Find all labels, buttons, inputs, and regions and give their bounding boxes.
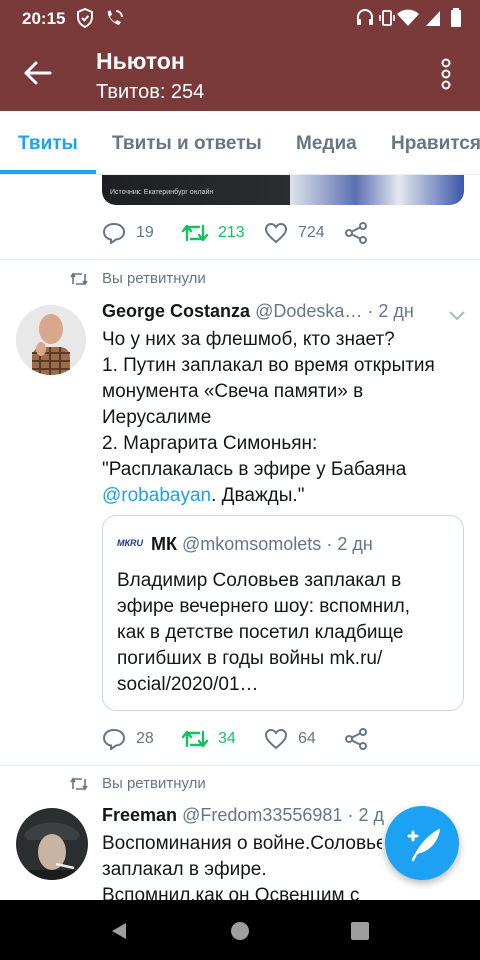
compose-tweet-button[interactable] bbox=[385, 806, 459, 880]
back-arrow-icon[interactable] bbox=[22, 60, 52, 86]
retweet-icon bbox=[182, 224, 208, 242]
wifi-calling-icon bbox=[104, 8, 124, 33]
headset-icon bbox=[356, 8, 374, 33]
battery-icon bbox=[450, 8, 462, 33]
tweet-count: Твитов: 254 bbox=[96, 81, 205, 103]
tweet-text[interactable]: Чо у них за флешмоб, кто знает? 1. Путин… bbox=[102, 327, 452, 509]
retweet-icon bbox=[182, 730, 208, 748]
quoted-author-name: МК bbox=[151, 534, 177, 554]
tab-likes[interactable]: Нравится bbox=[391, 133, 480, 155]
signal-icon bbox=[424, 8, 442, 33]
share-button[interactable] bbox=[344, 726, 378, 752]
reply-icon bbox=[102, 728, 126, 750]
retweet-button[interactable]: 213 bbox=[182, 220, 245, 246]
app-bar: Ньютон Твитов: 254 bbox=[0, 36, 480, 111]
compose-feather-icon bbox=[407, 829, 440, 862]
reply-count: 19 bbox=[136, 224, 154, 241]
chevron-down-icon[interactable] bbox=[448, 309, 466, 321]
like-count: 64 bbox=[298, 730, 316, 747]
retweeted-label: Вы ретвитнули bbox=[70, 775, 206, 792]
avatar[interactable] bbox=[16, 808, 88, 880]
quoted-author-handle: @mkomsomolets bbox=[182, 534, 322, 554]
reply-icon bbox=[102, 222, 126, 244]
quoted-tweet-text: Владимир Соловьев заплакал в эфире вечер… bbox=[117, 570, 411, 695]
timeline[interactable]: Источник: Екатеринбург онлайн 19 213 724… bbox=[0, 175, 480, 900]
system-nav-bar bbox=[0, 900, 480, 960]
author-name[interactable]: George Costanza bbox=[102, 301, 250, 321]
share-button[interactable] bbox=[344, 220, 378, 246]
nav-back-icon[interactable] bbox=[110, 921, 128, 946]
reply-button[interactable]: 19 bbox=[102, 220, 154, 246]
avatar[interactable] bbox=[16, 305, 86, 375]
tweet-text[interactable]: Воспоминания о войне.Соловьев заплакал в… bbox=[102, 831, 382, 900]
shield-icon bbox=[76, 7, 94, 33]
retweet-small-icon bbox=[70, 777, 88, 790]
like-button[interactable]: 724 bbox=[264, 220, 325, 246]
heart-icon bbox=[264, 728, 288, 750]
retweet-count: 213 bbox=[218, 224, 245, 241]
tweet-divider bbox=[0, 765, 480, 766]
quoted-tweet-header: МКRU МК @mkomsomolets · 2 дн bbox=[117, 534, 373, 555]
retweeted-label: Вы ретвитнули bbox=[70, 270, 206, 287]
tab-media[interactable]: Медиа bbox=[296, 133, 357, 155]
author-handle[interactable]: @Dodeska… bbox=[255, 301, 362, 321]
tab-tweets-and-replies[interactable]: Твиты и ответы bbox=[112, 133, 262, 155]
tweet-header: George Costanza @Dodeska… · 2 дн bbox=[102, 301, 442, 322]
quoted-tweet-time: · 2 дн bbox=[326, 534, 373, 554]
profile-tabs: Твиты Твиты и ответы Медиа Нравится bbox=[0, 111, 480, 175]
wifi-icon bbox=[396, 8, 420, 33]
tab-tweets[interactable]: Твиты bbox=[18, 133, 78, 155]
reply-button[interactable]: 28 bbox=[102, 726, 154, 752]
mk-logo: МКRU bbox=[117, 538, 144, 549]
like-count: 724 bbox=[298, 224, 325, 241]
share-icon bbox=[345, 728, 367, 750]
nav-recents-icon[interactable] bbox=[350, 921, 370, 946]
active-tab-indicator bbox=[0, 170, 96, 174]
author-name[interactable]: Freeman bbox=[102, 805, 177, 825]
quoted-tweet[interactable]: МКRU МК @mkomsomolets · 2 дн Владимир Сол… bbox=[102, 515, 464, 711]
nav-home-icon[interactable] bbox=[230, 921, 250, 946]
mention-link[interactable]: @robabayan bbox=[102, 485, 211, 506]
tweet-media[interactable]: Источник: Екатеринбург онлайн bbox=[102, 175, 464, 205]
profile-name: Ньютон bbox=[96, 48, 185, 74]
tweet-actions: 19 213 724 bbox=[102, 220, 382, 246]
share-icon bbox=[345, 222, 367, 244]
retweet-small-icon bbox=[70, 272, 88, 285]
author-handle[interactable]: @Fredom33556981 bbox=[182, 805, 342, 825]
tweet-divider bbox=[0, 259, 480, 260]
like-button[interactable]: 64 bbox=[264, 726, 316, 752]
tweet-header: Freeman @Fredom33556981 · 2 д bbox=[102, 805, 402, 826]
heart-icon bbox=[264, 222, 288, 244]
vibrate-icon bbox=[378, 8, 396, 33]
retweet-button[interactable]: 34 bbox=[182, 726, 236, 752]
status-time: 20:15 bbox=[22, 9, 66, 28]
tweet-actions: 28 34 64 bbox=[102, 726, 382, 752]
retweet-count: 34 bbox=[218, 730, 236, 747]
reply-count: 28 bbox=[136, 730, 154, 747]
tweet-time: · 2 дн bbox=[367, 301, 414, 321]
status-bar: 20:15 bbox=[0, 0, 480, 36]
tweet-time: · 2 д bbox=[347, 805, 384, 825]
overflow-menu-icon[interactable] bbox=[436, 58, 456, 90]
media-source-caption: Источник: Екатеринбург онлайн bbox=[110, 189, 214, 196]
